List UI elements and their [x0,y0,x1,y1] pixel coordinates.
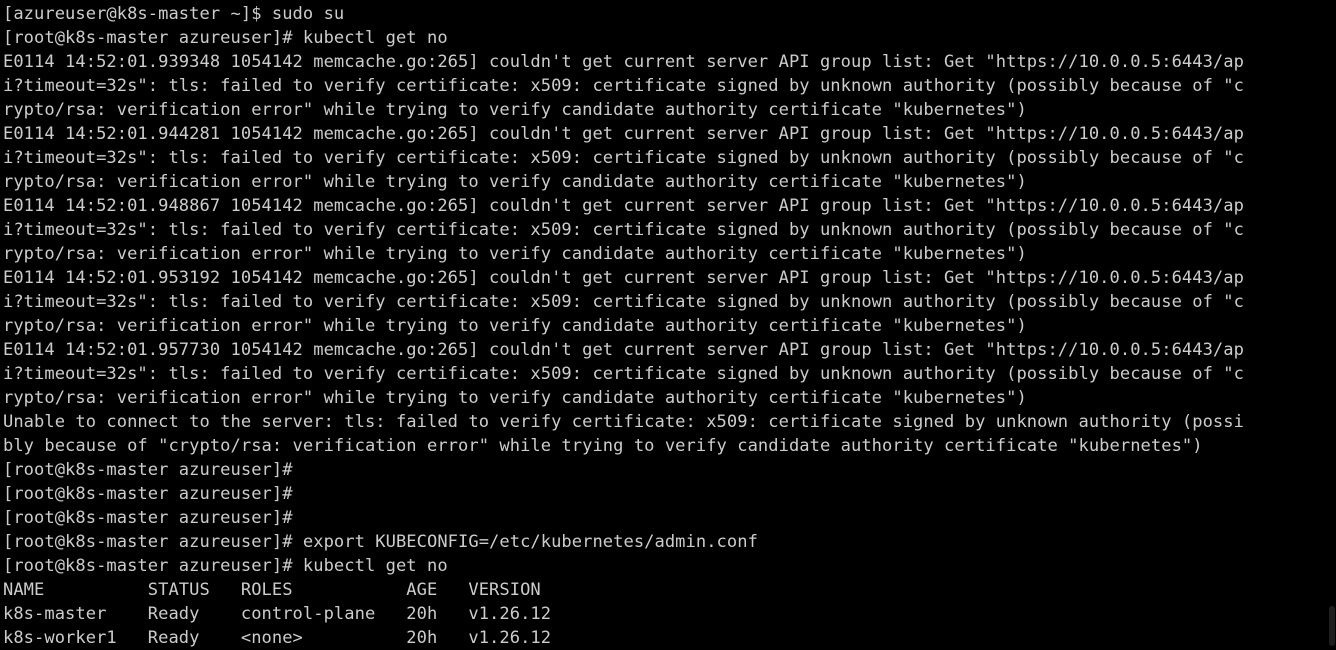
error-output-line: rypto/rsa: verification error" while try… [3,100,1027,120]
shell-prompt-line: [azureuser@k8s-master ~]$ sudo su [3,4,345,24]
error-output-line: rypto/rsa: verification error" while try… [3,316,1027,336]
error-output-line: E0114 14:52:01.953192 1054142 memcache.g… [3,268,1244,288]
terminal-window[interactable]: [azureuser@k8s-master ~]$ sudo su [root@… [0,0,1328,650]
shell-prompt-line: [root@k8s-master azureuser]# kubectl get… [3,28,448,48]
error-output-line: rypto/rsa: verification error" while try… [3,388,1027,408]
error-output-line: rypto/rsa: verification error" while try… [3,172,1027,192]
error-output-line: E0114 14:52:01.948867 1054142 memcache.g… [3,196,1244,216]
shell-prompt-line: [root@k8s-master azureuser]# [3,484,293,504]
error-output-line: Unable to connect to the server: tls: fa… [3,412,1244,432]
shell-prompt-line: [root@k8s-master azureuser]# [3,508,293,528]
shell-prompt-line: [root@k8s-master azureuser]# [3,460,293,480]
error-output-line: E0114 14:52:01.944281 1054142 memcache.g… [3,124,1244,144]
error-output-line: E0114 14:52:01.939348 1054142 memcache.g… [3,52,1244,72]
error-output-line: i?timeout=32s": tls: failed to verify ce… [3,220,1244,240]
error-output-line: i?timeout=32s": tls: failed to verify ce… [3,76,1244,96]
error-output-line: rypto/rsa: verification error" while try… [3,244,1027,264]
error-output-line: E0114 14:52:01.957730 1054142 memcache.g… [3,340,1244,360]
node-table-row: k8s-master Ready control-plane 20h v1.26… [3,604,552,624]
error-output-line: i?timeout=32s": tls: failed to verify ce… [3,148,1244,168]
terminal-scrollbar[interactable] [1328,0,1336,650]
error-output-line: i?timeout=32s": tls: failed to verify ce… [3,364,1244,384]
shell-prompt-line: [root@k8s-master azureuser]# kubectl get… [3,556,448,576]
scrollbar-thumb[interactable] [1329,606,1335,646]
error-output-line: bly because of "crypto/rsa: verification… [3,436,1203,456]
node-table-row: k8s-worker1 Ready <none> 20h v1.26.12 [3,628,552,648]
error-output-line: i?timeout=32s": tls: failed to verify ce… [3,292,1244,312]
node-table-header: NAME STATUS ROLES AGE VERSION [3,580,541,600]
shell-prompt-line: [root@k8s-master azureuser]# export KUBE… [3,532,758,552]
